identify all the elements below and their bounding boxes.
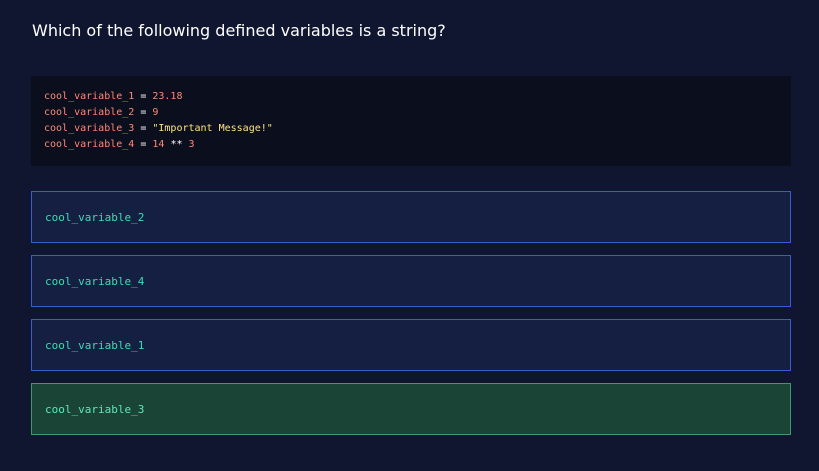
code-block: cool_variable_1 = 23.18 cool_variable_2 … — [31, 76, 791, 166]
code-operator: = — [134, 139, 153, 150]
code-value: 14 — [152, 139, 165, 150]
answer-option-2[interactable]: cool_variable_4 — [31, 255, 791, 307]
quiz-page: Which of the following defined variables… — [0, 0, 819, 471]
code-value: 9 — [152, 107, 159, 118]
code-value: 3 — [188, 139, 195, 150]
code-line-4: cool_variable_4 = 14 ** 3 — [44, 137, 791, 153]
code-variable: cool_variable_1 — [44, 91, 135, 102]
answer-option-label: cool_variable_2 — [45, 210, 145, 224]
answer-option-1[interactable]: cool_variable_2 — [31, 191, 791, 243]
code-operator: = — [134, 91, 153, 102]
code-variable: cool_variable_2 — [44, 107, 135, 118]
code-value: "Important Message!" — [152, 123, 273, 134]
code-line-1: cool_variable_1 = 23.18 — [44, 89, 791, 105]
code-value: 23.18 — [152, 91, 183, 102]
answer-option-label: cool_variable_4 — [45, 274, 145, 288]
code-operator: ** — [164, 139, 189, 150]
answer-option-label: cool_variable_1 — [45, 338, 145, 352]
code-line-2: cool_variable_2 = 9 — [44, 105, 791, 121]
answer-option-4-correct[interactable]: cool_variable_3 — [31, 383, 791, 435]
code-operator: = — [134, 123, 153, 134]
code-operator: = — [134, 107, 153, 118]
code-line-3: cool_variable_3 = "Important Message!" — [44, 121, 791, 137]
question-text: Which of the following defined variables… — [32, 21, 446, 40]
code-variable: cool_variable_4 — [44, 139, 135, 150]
answer-option-label: cool_variable_3 — [45, 402, 145, 416]
answer-option-3[interactable]: cool_variable_1 — [31, 319, 791, 371]
code-variable: cool_variable_3 — [44, 123, 135, 134]
